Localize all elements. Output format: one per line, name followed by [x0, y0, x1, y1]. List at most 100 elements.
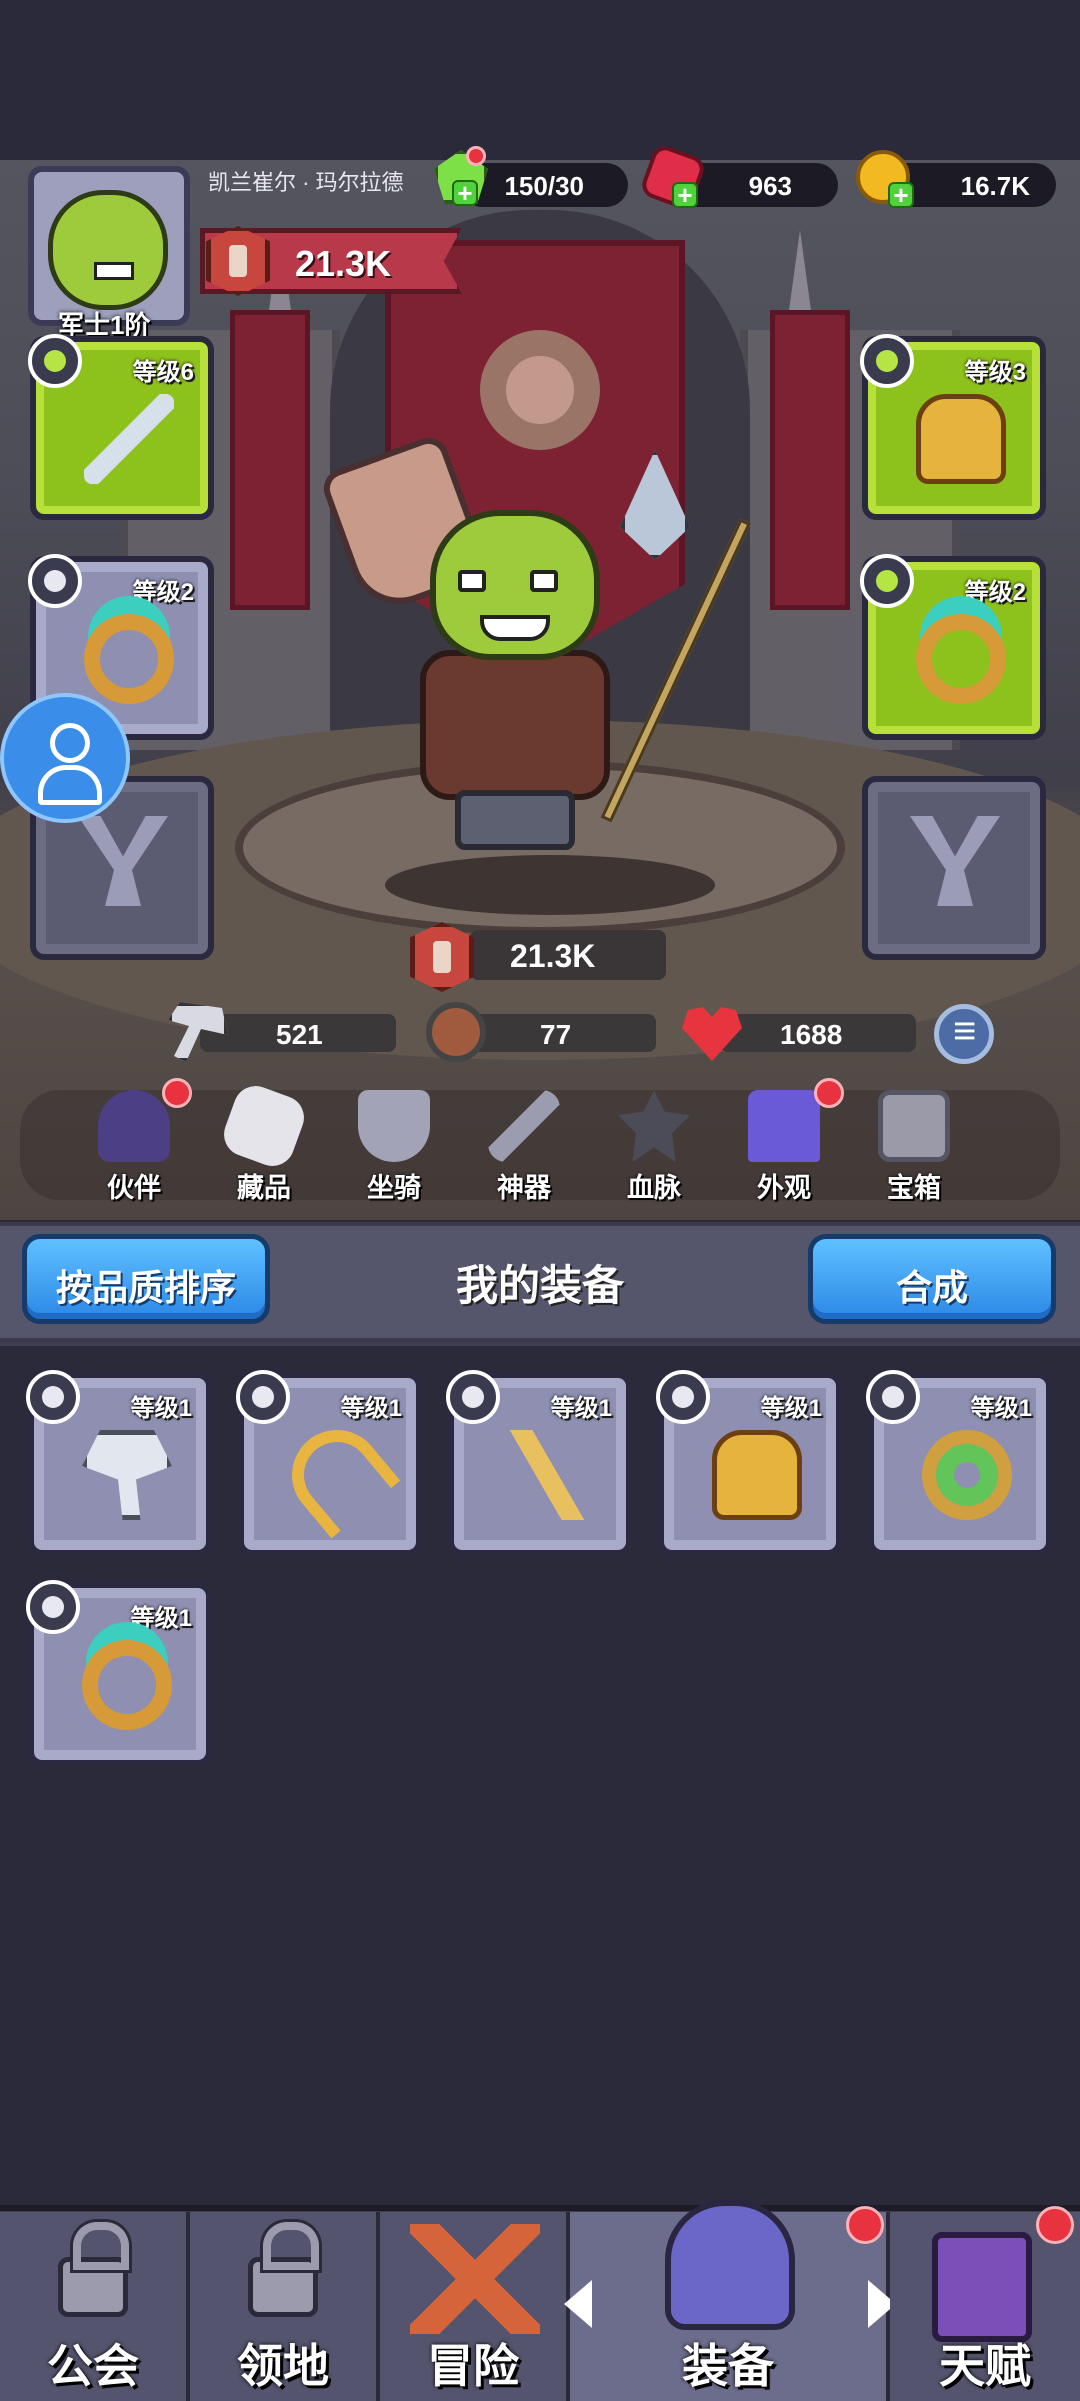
gem-value: 963 — [748, 171, 792, 201]
ring-type-icon — [866, 1370, 920, 1424]
nav-adventure[interactable]: 冒险 — [380, 2212, 570, 2401]
staff-icon — [502, 1430, 592, 1520]
hero-mouth — [480, 615, 550, 641]
ring-icon — [82, 1640, 172, 1730]
inventory-item-staff[interactable]: 等级1 — [446, 1370, 632, 1556]
lock-icon — [58, 2222, 129, 2317]
slot-amulet-right-empty[interactable] — [862, 776, 1046, 960]
avatar-fangs — [94, 262, 134, 280]
armor-icon — [916, 394, 1006, 484]
inventory-item-orb-ring[interactable]: 等级1 — [866, 1370, 1052, 1556]
nav-arrow-left-icon[interactable] — [564, 2280, 592, 2328]
item-level: 等级1 — [550, 1395, 612, 1422]
gold-value: 16.7K — [960, 171, 1030, 201]
slot-ring-right[interactable]: 等级2 — [860, 554, 1046, 740]
orb-ring-icon — [922, 1430, 1012, 1520]
inventory-item-axe[interactable]: 等级1 — [26, 1370, 212, 1556]
armor-icon — [712, 1430, 802, 1520]
floating-user-icon[interactable] — [0, 693, 130, 823]
slot-armor-level: 等级3 — [964, 359, 1026, 386]
menu-chest-label: 宝箱 — [887, 1173, 941, 1203]
artifact-weapon-icon — [488, 1090, 560, 1162]
player-name: 凯兰崔尔 · 玛尔拉德 — [208, 170, 404, 195]
armor-type-icon — [860, 334, 914, 388]
side-banner-left — [230, 310, 310, 610]
merge-button-label: 合成 — [895, 1267, 968, 1308]
helmet-icon — [665, 2200, 795, 2330]
attack-value: 521 — [276, 1019, 323, 1050]
appearance-badge — [814, 1078, 844, 1108]
nav-equipment-label: 装备 — [682, 2340, 774, 2392]
nav-adventure-label: 冒险 — [427, 2340, 519, 2392]
menu-companion[interactable]: 伙伴 — [84, 1090, 184, 1210]
menu-chest[interactable]: 宝箱 — [864, 1090, 964, 1210]
hero-character[interactable] — [318, 430, 751, 900]
nav-territory-label: 领地 — [237, 2340, 329, 2392]
stats-list-icon[interactable] — [934, 1004, 994, 1064]
nav-equipment[interactable]: 装备 — [570, 2200, 890, 2401]
slot-weapon[interactable]: 等级6 — [28, 334, 214, 520]
hero-eye-left — [458, 570, 486, 592]
battle-axe-icon — [82, 1430, 172, 1520]
bloodline-emblem-icon — [618, 1090, 690, 1162]
defense-value: 77 — [540, 1019, 572, 1050]
treasure-chest-icon — [878, 1090, 950, 1162]
gold-add-icon[interactable]: + — [888, 182, 914, 208]
ring-type-icon — [28, 554, 82, 608]
armor-type-icon — [656, 1370, 710, 1424]
player-avatar[interactable] — [28, 166, 190, 326]
menu-artifact[interactable]: 神器 — [474, 1090, 574, 1210]
ring-icon — [916, 614, 1006, 704]
axe-type-icon — [26, 1370, 80, 1424]
attack-stat: 521 — [200, 1014, 396, 1052]
hp-value: 1688 — [780, 1019, 843, 1050]
menu-collection-label: 藏品 — [237, 1173, 291, 1203]
menu-appearance-label: 外观 — [757, 1173, 811, 1203]
item-level: 等级1 — [130, 1395, 192, 1422]
hooded-companion-icon — [98, 1090, 170, 1162]
hero-spear-tip — [620, 450, 690, 560]
stone-collection-icon — [217, 1079, 311, 1173]
slot-ring-left-level: 等级2 — [132, 579, 194, 606]
nav-territory[interactable]: 领地 — [190, 2212, 380, 2401]
ring-type-icon — [26, 1580, 80, 1634]
amulet-placeholder-icon — [78, 816, 168, 906]
merge-button[interactable]: 合成 — [808, 1234, 1056, 1324]
crossed-axes-icon — [410, 2224, 540, 2334]
menu-collection[interactable]: 藏品 — [214, 1079, 314, 1210]
slot-ring-right-level: 等级2 — [964, 579, 1026, 606]
inventory-item-bow[interactable]: 等级1 — [236, 1370, 422, 1556]
nav-guild-label: 公会 — [47, 2340, 139, 2392]
slot-armor[interactable]: 等级3 — [860, 334, 1046, 520]
inventory-item-armor[interactable]: 等级1 — [656, 1370, 842, 1556]
menu-mount-label: 坐骑 — [367, 1173, 421, 1203]
ring-type-icon — [860, 554, 914, 608]
menu-bloodline[interactable]: 血脉 — [604, 1090, 704, 1210]
avatar-orc-face — [48, 190, 168, 310]
hero-body — [420, 650, 610, 800]
equipment-badge — [846, 2206, 884, 2244]
item-level: 等级1 — [340, 1395, 402, 1422]
nav-guild[interactable]: 公会 — [0, 2212, 190, 2401]
spellbook-icon — [932, 2232, 1032, 2342]
energy-add-icon[interactable]: + — [452, 180, 478, 206]
top-bar-background — [0, 0, 1080, 160]
spear-icon — [84, 394, 174, 484]
axe-type-icon — [446, 1370, 500, 1424]
cloak-appearance-icon — [748, 1090, 820, 1162]
gem-add-icon[interactable]: + — [672, 182, 698, 208]
axe-type-icon — [236, 1370, 290, 1424]
menu-mount[interactable]: 坐骑 — [344, 1090, 444, 1210]
menu-appearance[interactable]: 外观 — [734, 1090, 834, 1210]
inventory-item-ring[interactable]: 等级1 — [26, 1580, 212, 1766]
menu-bloodline-label: 血脉 — [627, 1173, 681, 1203]
menu-artifact-label: 神器 — [497, 1173, 551, 1203]
lock-icon — [248, 2222, 319, 2317]
companion-badge — [162, 1078, 192, 1108]
weapon-type-icon — [28, 334, 82, 388]
hero-power-value: 21.3K — [510, 938, 596, 974]
hero-legs — [455, 790, 575, 850]
defense-stat: 77 — [460, 1014, 656, 1052]
player-power-value: 21.3K — [295, 243, 392, 284]
item-level: 等级1 — [760, 1395, 822, 1422]
